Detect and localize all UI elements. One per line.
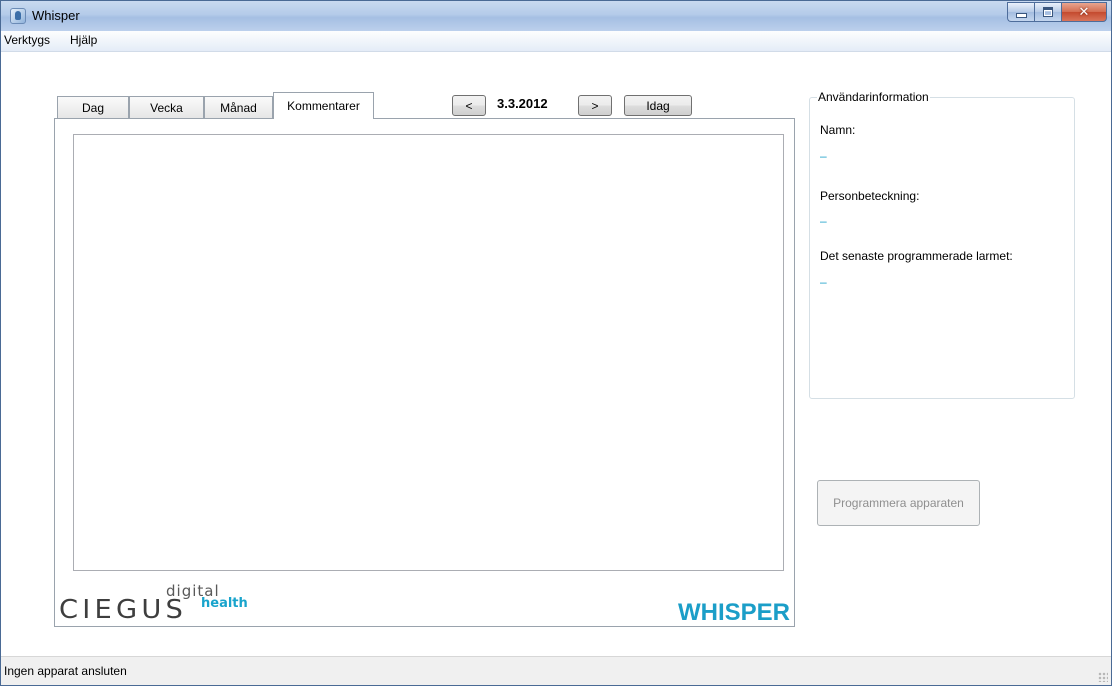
main-area: Dag Vecka Månad Kommentarer < 3.3.2012 >…: [1, 52, 1111, 656]
status-bar: Ingen apparat ansluten: [1, 656, 1111, 685]
menu-verktygs[interactable]: Verktygs: [4, 33, 50, 47]
tab-manad[interactable]: Månad: [204, 96, 273, 118]
prev-date-button[interactable]: <: [452, 95, 486, 116]
last-alarm-label: Det senaste programmerade larmet:: [820, 249, 1013, 263]
app-icon[interactable]: [10, 8, 26, 24]
current-date: 3.3.2012: [497, 96, 548, 111]
menu-bar: Verktygs Hjälp: [1, 31, 1111, 52]
minimize-icon: [1015, 12, 1027, 18]
window-title: Whisper: [32, 8, 80, 23]
comments-panel: [54, 118, 795, 627]
person-id-value: –: [820, 214, 827, 228]
next-date-button[interactable]: >: [578, 95, 612, 116]
whisper-logo: WHISPER: [678, 599, 791, 626]
tab-kommentarer[interactable]: Kommentarer: [273, 92, 374, 119]
menu-hjalp[interactable]: Hjälp: [70, 33, 97, 47]
title-bar[interactable]: Whisper ✕: [1, 1, 1111, 31]
tab-dag[interactable]: Dag: [57, 96, 129, 118]
user-info-title: Användarinformation: [817, 90, 930, 104]
maximize-button[interactable]: [1034, 2, 1061, 22]
comments-textarea[interactable]: [73, 134, 784, 571]
close-button[interactable]: ✕: [1061, 2, 1107, 22]
program-device-button[interactable]: Programmera apparaten: [817, 480, 980, 526]
ciegus-logo: digital CIEGUS health: [59, 582, 289, 632]
name-label: Namn:: [820, 123, 856, 137]
name-value: –: [820, 149, 827, 163]
close-icon: ✕: [1078, 4, 1090, 20]
window-controls: ✕: [1007, 2, 1107, 22]
minimize-button[interactable]: [1007, 2, 1034, 22]
last-alarm-value: –: [820, 275, 827, 289]
person-id-label: Personbeteckning:: [820, 189, 920, 203]
status-text: Ingen apparat ansluten: [4, 664, 127, 678]
resize-grip-icon[interactable]: [1098, 672, 1108, 682]
maximize-icon: [1043, 7, 1053, 17]
today-button[interactable]: Idag: [624, 95, 692, 116]
logo-ciegus-text: CIEGUS: [59, 595, 188, 625]
logo-health-text: health: [201, 596, 248, 611]
app-window: Whisper ✕ Verktygs Hjälp Dag Vecka Månad…: [0, 0, 1112, 686]
tab-vecka[interactable]: Vecka: [129, 96, 204, 118]
user-info-groupbox: [809, 97, 1075, 399]
